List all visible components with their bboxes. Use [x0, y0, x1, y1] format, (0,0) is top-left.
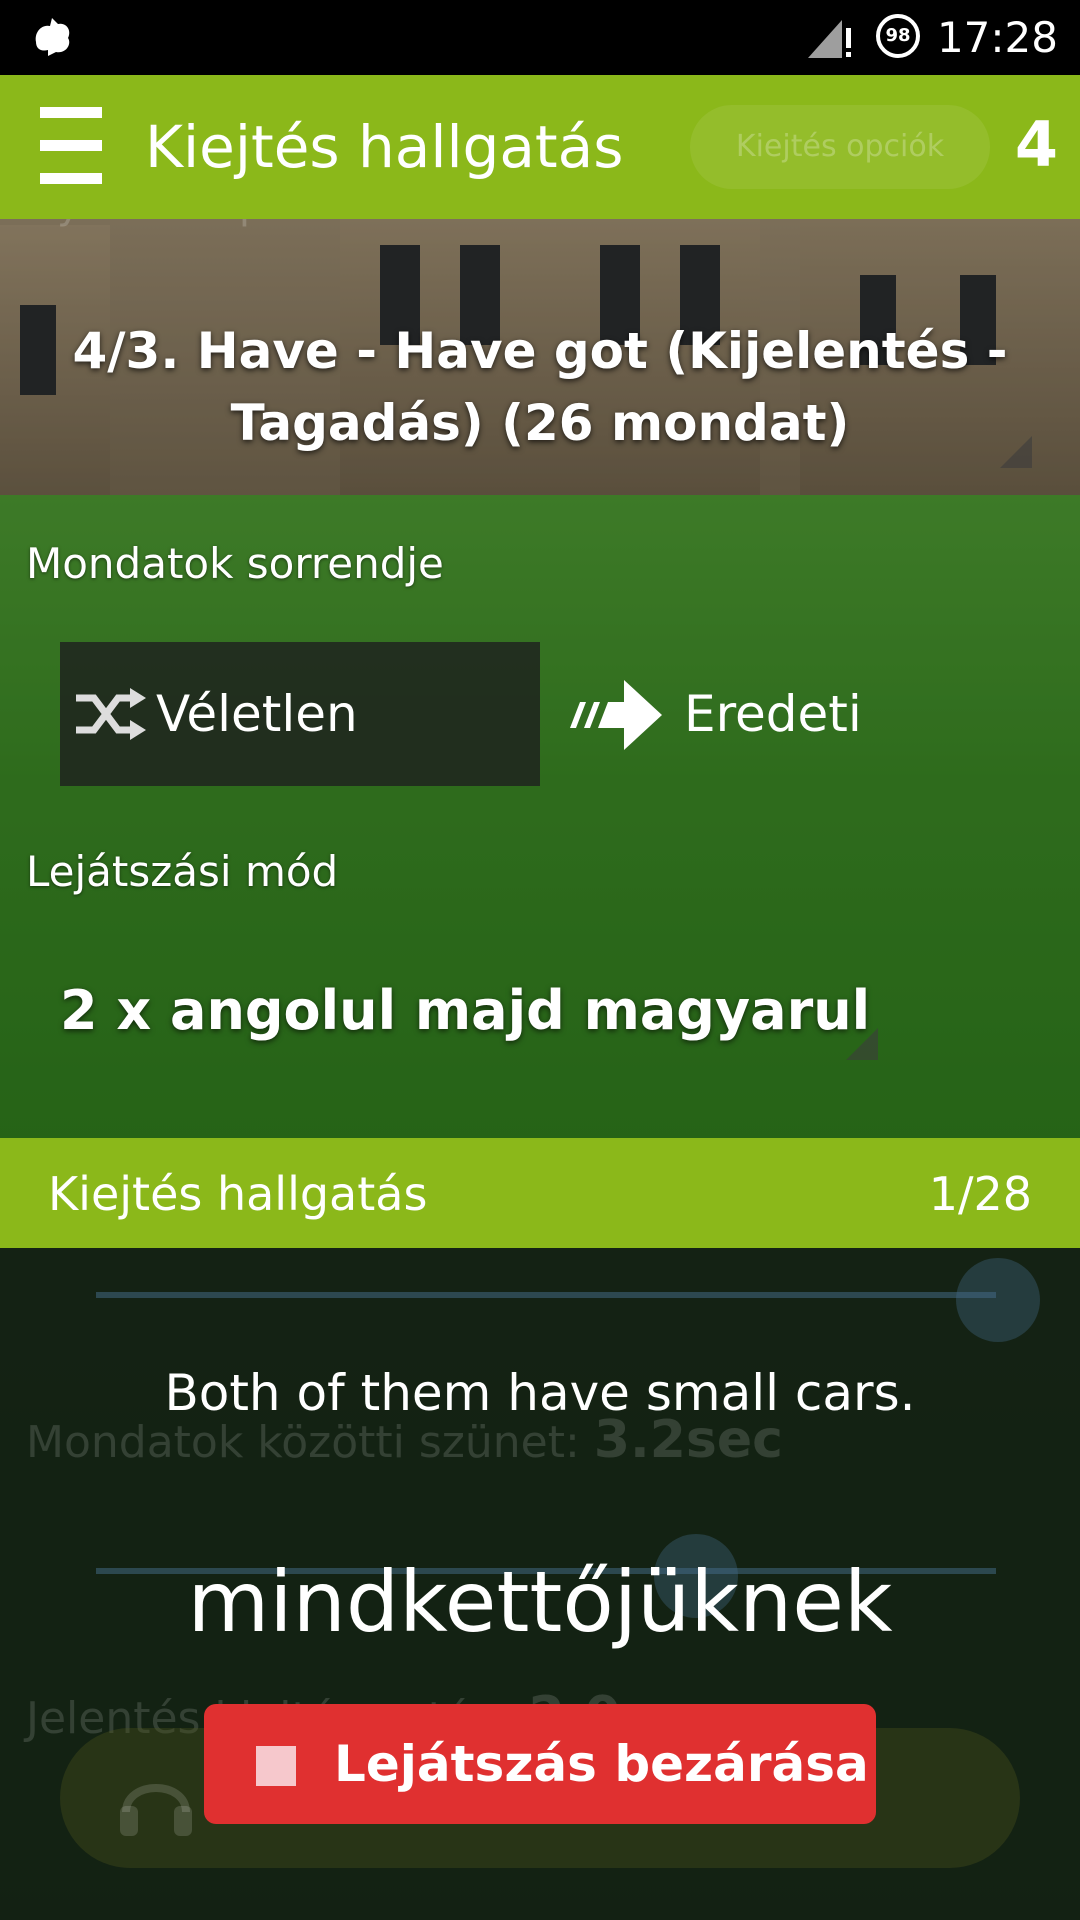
shuffle-icon	[72, 684, 148, 744]
mode-selector[interactable]: 2 x angolul majd magyarul	[60, 976, 870, 1046]
arrow-right-icon	[568, 676, 664, 754]
order-label: Mondatok sorrendje	[26, 539, 444, 588]
app-bar: Kiejtés opciók Kiejtés hallgatás 4	[0, 75, 1080, 219]
ghost-options-chip: Kiejtés opciók	[690, 105, 990, 189]
sentence-english: Both of them have small cars.	[164, 1364, 916, 1422]
player-title: Kiejtés hallgatás	[48, 1167, 428, 1221]
app-title: Kiejtés hallgatás	[145, 113, 624, 181]
slider-knob[interactable]	[956, 1258, 1040, 1342]
random-order-button[interactable]: Véletlen	[60, 642, 540, 786]
dropdown-corner-icon	[846, 1028, 878, 1060]
status-bar: 98 17:28	[0, 0, 1080, 75]
stop-playback-button[interactable]: Lejátszás bezárása	[204, 1704, 876, 1824]
dropdown-corner-icon	[1000, 436, 1032, 468]
status-time: 17:28	[936, 13, 1058, 62]
battery-indicator: 98	[876, 14, 920, 58]
counter-badge[interactable]: 4	[1015, 105, 1058, 185]
original-order-button[interactable]: Eredeti	[560, 642, 980, 786]
slider-track	[96, 1292, 996, 1298]
player-progress: 1/28	[928, 1167, 1032, 1221]
app-notification-icon	[28, 14, 78, 60]
original-order-label: Eredeti	[684, 685, 862, 743]
sentence-hungarian: mindkettőjüknek	[187, 1553, 893, 1651]
random-order-label: Véletlen	[156, 685, 358, 743]
stop-icon	[256, 1746, 296, 1786]
stop-playback-label: Lejátszás bezárása	[334, 1735, 869, 1793]
headphones-icon	[116, 1762, 196, 1842]
player-header: Kiejtés hallgatás 1/28	[0, 1138, 1080, 1248]
mode-label: Lejátszási mód	[26, 847, 339, 896]
lesson-selector[interactable]: 4/3. Have - Have got (Kijelentés - Tagad…	[60, 315, 1020, 459]
hamburger-menu-icon[interactable]	[40, 103, 102, 189]
signal-icon	[806, 16, 854, 60]
